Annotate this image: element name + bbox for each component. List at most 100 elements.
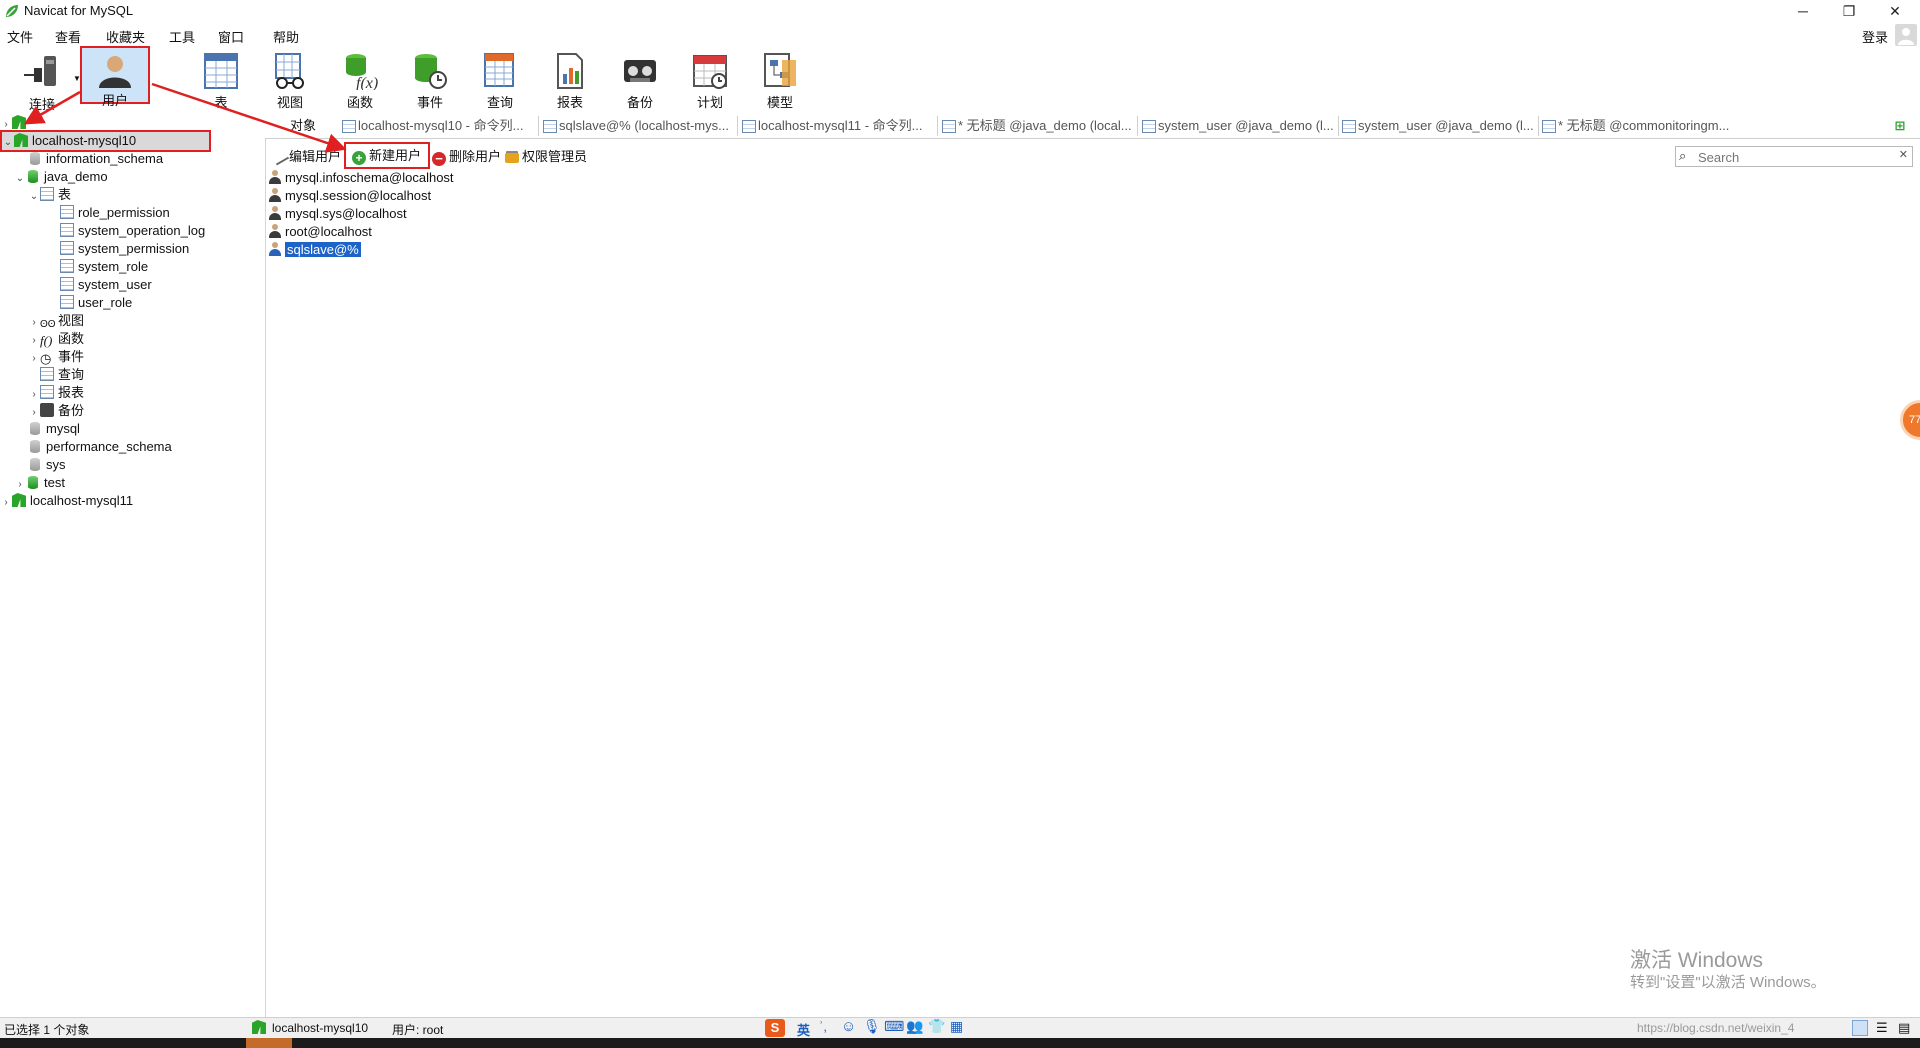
status-bar: 已选择 1 个对象 localhost-mysql10 用户: root S 英… — [0, 1017, 1920, 1039]
tree-node-tables[interactable]: ⌄ 表 — [28, 186, 71, 204]
edit-user-button[interactable]: 编辑用户 — [268, 144, 341, 167]
user-list-item[interactable]: mysql.session@localhost — [268, 187, 431, 205]
tree-db-mysql[interactable]: mysql — [28, 420, 80, 438]
model-icon — [764, 53, 796, 87]
tree-node-backups[interactable]: › 备份 — [28, 402, 84, 420]
taskbar — [0, 1038, 1920, 1048]
avatar[interactable] — [1895, 24, 1917, 46]
tree-db-java-demo[interactable]: ⌄ java_demo — [14, 168, 108, 186]
tab-objects[interactable]: 对象 — [290, 115, 316, 137]
tree-table-system-operation-log[interactable]: system_operation_log — [60, 222, 205, 240]
toolbar-user[interactable]: 用户 — [80, 46, 150, 108]
list-view-icon[interactable]: ☰ — [1876, 1020, 1888, 1036]
ime-logo-icon[interactable]: S — [765, 1019, 785, 1037]
tab-system-user-2[interactable]: system_user @java_demo (l... — [1340, 115, 1536, 137]
toolbar-query[interactable]: 查询 — [468, 48, 532, 114]
tree-node-queries[interactable]: 查询 — [28, 366, 84, 384]
tree-table-role-permission[interactable]: role_permission — [60, 204, 170, 222]
table-label: system_permission — [78, 241, 190, 256]
toolbar-connect[interactable]: 连接 — [10, 48, 74, 114]
user-list-item-selected[interactable]: sqlslave@% — [268, 241, 361, 259]
menu-file[interactable]: 文件 — [7, 27, 33, 46]
database-icon — [30, 440, 40, 453]
status-user: 用户: root — [392, 1023, 444, 1037]
delete-user-button[interactable]: − 删除用户 — [432, 147, 501, 167]
floating-assistant-badge[interactable]: 77 — [1900, 400, 1920, 440]
new-tab-icon[interactable]: ⊞ — [1890, 116, 1910, 136]
tree-connection-localhost-mysql10[interactable]: ⌄ localhost-mysql10 — [0, 130, 211, 152]
detail-view-icon[interactable]: ▤ — [1898, 1020, 1910, 1036]
tab-command-line-mysql10[interactable]: localhost-mysql10 - 命令列... — [340, 115, 536, 137]
new-user-button[interactable]: + 新建用户 — [344, 142, 430, 169]
tree-db-performance-schema[interactable]: performance_schema — [28, 438, 172, 456]
menu-favorites[interactable]: 收藏夹 — [106, 27, 145, 46]
toolbar-function[interactable]: f(x) 函数 — [328, 48, 392, 114]
toolbar-backup[interactable]: 备份 — [608, 48, 672, 114]
menu-tools[interactable]: 工具 — [169, 27, 195, 46]
toolbar-event[interactable]: 事件 — [398, 48, 462, 114]
ime-punctuation-icon[interactable]: ʾ, — [819, 1019, 827, 1034]
tab-separator — [1137, 116, 1138, 136]
taskbar-active-app[interactable] — [246, 1038, 292, 1048]
ime-toolbox-icon[interactable]: ▦ — [950, 1018, 963, 1035]
tree-connection-localhost-mysql11[interactable]: › localhost-mysql11 — [0, 492, 133, 510]
toolbar-table[interactable]: 表 — [189, 48, 253, 114]
ime-keyboard-icon[interactable]: ⌨ — [884, 1018, 904, 1035]
tree-db-sys[interactable]: sys — [28, 456, 66, 474]
tree-table-system-role[interactable]: system_role — [60, 258, 148, 276]
node-label: 事件 — [58, 349, 85, 364]
navigation-tree: › ⌄ localhost-mysql10 information_schema … — [0, 112, 266, 1017]
clear-search-icon[interactable]: ✕ — [1899, 148, 1908, 161]
user-icon — [268, 170, 282, 185]
tab-system-user-1[interactable]: system_user @java_demo (l... — [1140, 115, 1336, 137]
tree-node-functions[interactable]: › f() 函数 — [28, 330, 84, 348]
search-input[interactable] — [1696, 148, 1890, 166]
tab-untitled-commonitoring[interactable]: * 无标题 @commonitoringm... — [1540, 115, 1736, 137]
toolbar-report[interactable]: 报表 — [538, 48, 602, 114]
svg-text:f(x): f(x) — [356, 75, 378, 90]
tab-untitled-java-demo[interactable]: * 无标题 @java_demo (local... — [940, 115, 1134, 137]
restore-button[interactable]: ❐ — [1826, 0, 1872, 22]
tree-db-information-schema[interactable]: information_schema — [28, 150, 163, 168]
tab-command-line-mysql11[interactable]: localhost-mysql11 - 命令列... — [740, 115, 934, 137]
toolbar-schedule[interactable]: 计划 — [678, 48, 742, 114]
grid-view-icon[interactable] — [1852, 1020, 1868, 1036]
tree-table-system-user[interactable]: system_user — [60, 276, 152, 294]
node-label: 函数 — [58, 331, 85, 346]
query-icon — [484, 53, 514, 87]
toolbar-event-label: 事件 — [416, 95, 443, 110]
tree-db-test[interactable]: › test — [14, 474, 65, 492]
tree-table-system-permission[interactable]: system_permission — [60, 240, 189, 258]
database-label: performance_schema — [46, 439, 172, 454]
user-list-item[interactable]: root@localhost — [268, 223, 372, 241]
tab-user-sqlslave[interactable]: sqlslave@% (localhost-mys... — [541, 115, 735, 137]
menu-help[interactable]: 帮助 — [273, 27, 299, 46]
toolbar-connect-label: 连接 — [28, 97, 55, 112]
window-title: Navicat for MySQL — [24, 3, 134, 18]
database-label: sys — [46, 457, 66, 472]
privilege-manager-button[interactable]: 权限管理员 — [505, 147, 587, 167]
ime-emoji-icon[interactable]: ☺ — [841, 1018, 856, 1035]
user-list-item[interactable]: mysql.infoschema@localhost — [268, 169, 454, 187]
menu-window[interactable]: 窗口 — [218, 27, 244, 46]
tree-node-reports[interactable]: › 报表 — [28, 384, 84, 402]
ime-language[interactable]: 英 — [797, 1020, 810, 1039]
tree-node-events[interactable]: › ◷ 事件 — [28, 348, 84, 366]
tree-node-views[interactable]: › ʘʘ 视图 — [28, 312, 84, 330]
tree-table-user-role[interactable]: user_role — [60, 294, 132, 312]
close-button[interactable]: ✕ — [1872, 0, 1918, 22]
search-box[interactable]: ⌕ ✕ — [1675, 146, 1913, 167]
login-link[interactable]: 登录 — [1862, 27, 1888, 46]
node-label: 报表 — [58, 385, 85, 400]
toolbar-model[interactable]: 模型 — [748, 48, 812, 114]
minimize-button[interactable]: ─ — [1780, 0, 1826, 22]
ime-user-icon[interactable]: 👥 — [906, 1018, 923, 1035]
ime-voice-icon[interactable]: 🎙 — [863, 1018, 881, 1035]
toolbar-view[interactable]: 视图 — [258, 48, 322, 114]
database-icon — [30, 152, 40, 165]
ime-skin-icon[interactable]: 👕 — [928, 1018, 945, 1035]
user-list-item[interactable]: mysql.sys@localhost — [268, 205, 407, 223]
view-icon: ʘʘ — [40, 319, 56, 330]
connection-icon — [252, 1020, 266, 1034]
menu-view[interactable]: 查看 — [55, 27, 81, 46]
